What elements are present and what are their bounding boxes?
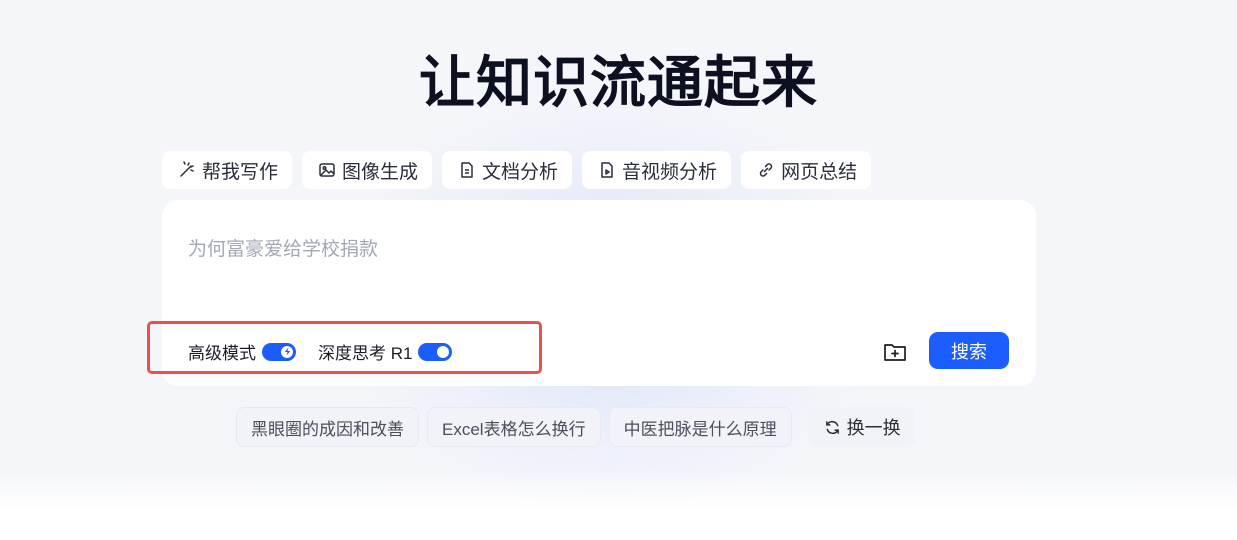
- tool-webpage-label: 网页总结: [781, 161, 858, 183]
- suggestion-item[interactable]: Excel表格怎么换行: [427, 407, 601, 447]
- image-icon: [319, 163, 335, 177]
- tool-write[interactable]: 帮我写作: [162, 151, 293, 189]
- mode-switches: 高级模式 深度思考 R1: [188, 339, 453, 364]
- tool-media-label: 音视频分析: [622, 161, 718, 183]
- tool-webpage[interactable]: 网页总结: [741, 151, 872, 189]
- suggestion-item[interactable]: 黑眼圈的成因和改善: [236, 407, 419, 447]
- tool-document[interactable]: 文档分析: [442, 151, 573, 189]
- background-fade: [0, 470, 1237, 540]
- search-card: 为何富豪爱给学校捐款 高级模式 深度思考 R1 搜索: [162, 200, 1036, 386]
- page-title: 让知识流通起来: [419, 51, 818, 114]
- refresh-button[interactable]: 换一换: [807, 407, 915, 447]
- folder-plus-icon: [884, 344, 906, 361]
- advanced-mode: 高级模式: [188, 339, 296, 364]
- document-icon: [461, 162, 473, 178]
- tool-bar: 帮我写作 图像生成 文档分析 音视频分析 网页总结: [162, 151, 872, 189]
- suggestion-item[interactable]: 中医把脉是什么原理: [608, 407, 792, 447]
- tool-document-label: 文档分析: [482, 161, 559, 183]
- suggestion-list: 黑眼圈的成因和改善 Excel表格怎么换行 中医把脉是什么原理 换一换: [236, 407, 915, 447]
- search-button[interactable]: 搜索: [929, 332, 1009, 369]
- tool-media[interactable]: 音视频分析: [582, 151, 732, 189]
- refresh-label: 换一换: [846, 418, 901, 438]
- deep-think-label: 深度思考 R1: [318, 344, 413, 363]
- tool-image[interactable]: 图像生成: [302, 151, 433, 189]
- search-input[interactable]: 为何富豪爱给学校捐款: [188, 234, 888, 261]
- tool-image-label: 图像生成: [342, 161, 419, 183]
- deep-think-toggle[interactable]: [418, 342, 453, 361]
- magic-wand-icon: [180, 161, 194, 177]
- upload-button[interactable]: [882, 339, 908, 365]
- deep-think-mode: 深度思考 R1: [318, 339, 453, 364]
- lightning-icon: [284, 347, 290, 356]
- advanced-mode-label: 高级模式: [188, 344, 256, 363]
- tool-write-label: 帮我写作: [202, 161, 279, 183]
- media-file-icon: [601, 162, 613, 178]
- link-icon: [759, 163, 773, 177]
- refresh-icon: [825, 420, 839, 434]
- advanced-mode-toggle[interactable]: [262, 342, 296, 361]
